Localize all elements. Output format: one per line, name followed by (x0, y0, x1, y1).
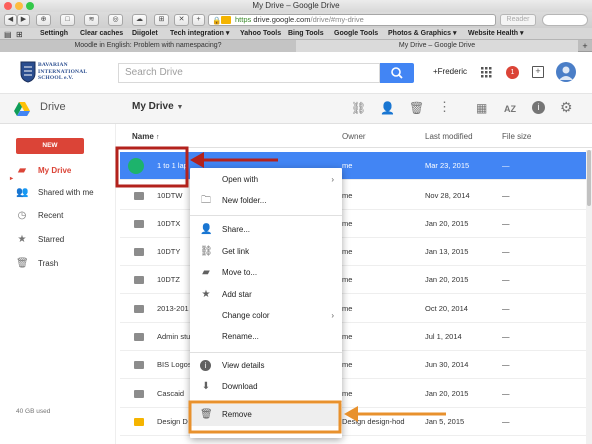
selected-row-highlight-box (115, 146, 189, 188)
remove-highlight-box (188, 400, 342, 434)
annotation-overlay (115, 146, 446, 434)
orange-pointer-arrow-icon (344, 406, 446, 422)
red-pointer-arrow-icon (190, 152, 278, 168)
